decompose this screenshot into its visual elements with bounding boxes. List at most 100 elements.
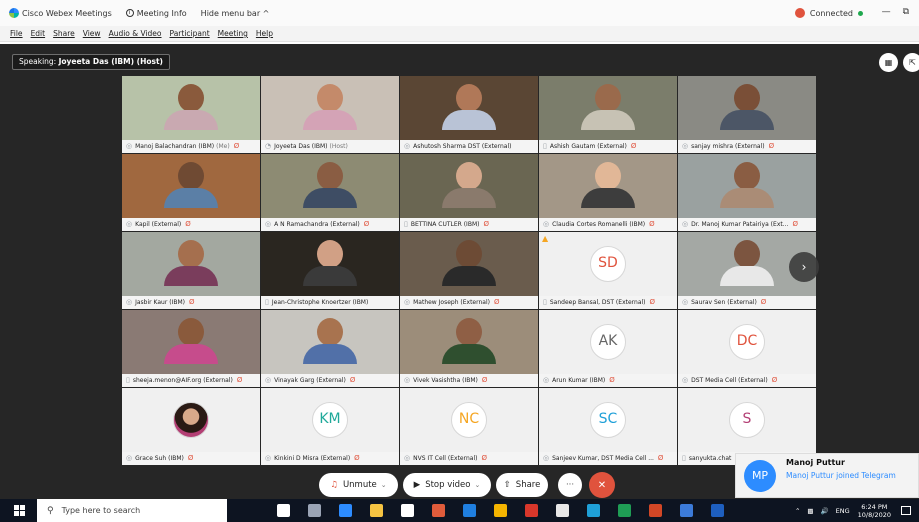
participant-tile[interactable]: ◎ A N Ramachandra (External) Ø xyxy=(261,154,399,231)
webex-icon[interactable] xyxy=(587,504,600,517)
stop-video-button[interactable]: ▶ Stop video ⌄ xyxy=(403,473,491,497)
audio-icon: ◎ xyxy=(265,376,272,384)
participant-tile[interactable]: ▯ sheeja.menon@AIF.org (External) Ø xyxy=(122,310,260,387)
menu-audio-video[interactable]: Audio & Video xyxy=(109,29,162,38)
menu-meeting[interactable]: Meeting xyxy=(218,29,248,38)
participant-video xyxy=(122,310,260,376)
participant-figure xyxy=(303,318,357,364)
edge-icon[interactable] xyxy=(339,504,352,517)
connection-status[interactable]: Connected xyxy=(794,8,863,18)
participant-name-bar: ◎ Manoj Balachandran (IBM) (Me) Ø xyxy=(122,140,260,153)
participant-name: sheeja.menon@AIF.org (External) xyxy=(132,377,233,384)
participant-tile[interactable]: SD ▲ ▯ Sandeep Bansal, DST (External) Ø xyxy=(539,232,677,309)
taskbar-search[interactable]: ⚲ Type here to search xyxy=(37,499,227,522)
powerpoint-icon[interactable] xyxy=(649,504,662,517)
popout-icon: ⇱ xyxy=(909,58,916,67)
menu-share[interactable]: Share xyxy=(53,29,75,38)
browser-icon[interactable] xyxy=(711,504,724,517)
participant-tile[interactable]: ◎ Dr. Manoj Kumar Patairiya (Ext... Ø xyxy=(678,154,816,231)
participant-tile[interactable]: KM ◎ Kinkini D Misra (External) Ø xyxy=(261,388,399,465)
participant-tile[interactable]: ▯ Ashish Gautam (External) Ø xyxy=(539,76,677,153)
audio-icon: ◎ xyxy=(126,220,133,228)
participant-name-bar: ◎ Saurav Sen (External) Ø xyxy=(678,296,816,309)
menu-view[interactable]: View xyxy=(83,29,101,38)
participant-tile[interactable]: DC ◎ DST Media Cell (External) Ø xyxy=(678,310,816,387)
network-icon[interactable]: ▩ xyxy=(807,507,813,515)
participant-tile[interactable]: ◎ Mathew Joseph (External) Ø xyxy=(400,232,538,309)
acrobat-icon[interactable] xyxy=(525,504,538,517)
more-options-button[interactable]: ··· xyxy=(558,473,582,497)
mic-muted-icon: Ø xyxy=(236,376,243,384)
phone-audio-icon: ▯ xyxy=(404,220,408,228)
share-button[interactable]: ⇧ Share xyxy=(496,473,548,497)
participant-name: Arun Kumar (IBM) xyxy=(552,377,606,384)
participant-figure xyxy=(442,84,496,130)
minimize-button[interactable]: — xyxy=(882,7,891,17)
participant-tile[interactable]: ◎ Vinayak Garg (External) Ø xyxy=(261,310,399,387)
cortana-icon[interactable] xyxy=(277,504,290,517)
speaking-name: Joyeeta Das (IBM) (Host) xyxy=(58,57,163,66)
participant-name: BETTINA CUTLER (IBM) xyxy=(410,221,480,228)
windows-start-icon[interactable] xyxy=(14,505,25,516)
participant-tile[interactable]: ▯ Jean-Christophe Knoertzer (IBM) xyxy=(261,232,399,309)
menu-help[interactable]: Help xyxy=(256,29,273,38)
participant-initials: KM xyxy=(312,402,348,438)
menu-file[interactable]: File xyxy=(10,29,23,38)
task-view-icon[interactable] xyxy=(308,504,321,517)
participant-tile[interactable]: AK ◎ Arun Kumar (IBM) Ø xyxy=(539,310,677,387)
participant-name: Jean-Christophe Knoertzer (IBM) xyxy=(271,299,369,306)
participant-name: Ashish Gautam (External) xyxy=(549,143,627,150)
layout-grid-button[interactable]: ▦ xyxy=(879,53,898,72)
participant-tile[interactable]: SC ◎ Sanjeev Kumar, DST Media Cell ... Ø xyxy=(539,388,677,465)
participant-tile[interactable]: ◎ Grace Suh (IBM) Ø xyxy=(122,388,260,465)
language-indicator[interactable]: ENG xyxy=(836,507,850,515)
participant-tile[interactable]: ◎ Manoj Balachandran (IBM) (Me) Ø xyxy=(122,76,260,153)
file-explorer-icon[interactable] xyxy=(370,504,383,517)
mic-muted-icon: Ø xyxy=(771,376,778,384)
store-icon[interactable] xyxy=(401,504,414,517)
unmute-button[interactable]: ♫ Unmute ⌄ xyxy=(319,473,398,497)
participant-name-bar: ◎ Kinkini D Misra (External) Ø xyxy=(261,452,399,465)
participant-tile[interactable]: ◎ sanjay mishra (External) Ø xyxy=(678,76,816,153)
participant-tile[interactable]: ◔ Joyeeta Das (IBM) (Host) xyxy=(261,76,399,153)
speaking-prefix: Speaking: xyxy=(19,57,57,66)
chrome-icon[interactable] xyxy=(494,504,507,517)
chevron-up-icon[interactable]: ⌃ xyxy=(795,507,800,515)
participant-tile[interactable]: ◎ Ashutosh Sharma DST (External) xyxy=(400,76,538,153)
meeting-info-button[interactable]: i Meeting Info xyxy=(125,9,187,18)
warning-icon: ▲ xyxy=(542,234,549,243)
audio-icon: ◎ xyxy=(543,376,550,384)
hide-menu-bar-button[interactable]: Hide menu bar ^ xyxy=(201,9,270,18)
app-icon[interactable] xyxy=(556,504,569,517)
layout-popout-button[interactable]: ⇱ xyxy=(903,53,919,72)
excel-icon[interactable] xyxy=(618,504,631,517)
next-page-button[interactable]: › xyxy=(789,252,819,282)
participant-name-bar: ◔ Joyeeta Das (IBM) (Host) xyxy=(261,140,399,153)
participant-tile[interactable]: ◎ Claudia Cortes Romanelli (IBM) Ø xyxy=(539,154,677,231)
photos-icon[interactable] xyxy=(680,504,693,517)
info-icon: i xyxy=(125,9,134,17)
toast-avatar: MP xyxy=(744,460,776,492)
mic-muted-icon: Ø xyxy=(609,376,615,384)
volume-icon[interactable]: 🔊 xyxy=(821,507,829,515)
participant-tile[interactable]: NC ◎ NVS IT Cell (External) Ø xyxy=(400,388,538,465)
participant-tile[interactable]: ▯ BETTINA CUTLER (IBM) Ø xyxy=(400,154,538,231)
join-notification[interactable]: MP Manoj Puttur Manoj Puttur joined Tele… xyxy=(735,453,919,498)
participant-tile[interactable]: ◎ Vivek Vasishtha (IBM) Ø xyxy=(400,310,538,387)
media-player-icon[interactable] xyxy=(432,504,445,517)
notifications-icon[interactable] xyxy=(901,506,911,515)
participant-video xyxy=(539,76,677,142)
mic-muted-icon: Ø xyxy=(649,220,655,228)
participant-tile[interactable]: ◎ Kapil (External) Ø xyxy=(122,154,260,231)
restore-button[interactable]: ⧉ xyxy=(903,7,909,17)
participant-tile[interactable]: ◎ Jasbir Kaur (IBM) Ø xyxy=(122,232,260,309)
menu-edit[interactable]: Edit xyxy=(31,29,46,38)
participant-name-bar: ◎ Vivek Vasishtha (IBM) Ø xyxy=(400,374,538,387)
clock[interactable]: 6:24 PM 10/8/2020 xyxy=(858,503,891,519)
mail-icon[interactable] xyxy=(463,504,476,517)
participant-name-bar: ◎ Jasbir Kaur (IBM) Ø xyxy=(122,296,260,309)
participant-name: Dr. Manoj Kumar Patairiya (Ext... xyxy=(691,221,789,228)
menu-participant[interactable]: Participant xyxy=(170,29,210,38)
leave-meeting-button[interactable]: ✕ xyxy=(589,472,615,498)
participant-name: DST Media Cell (External) xyxy=(691,377,768,384)
